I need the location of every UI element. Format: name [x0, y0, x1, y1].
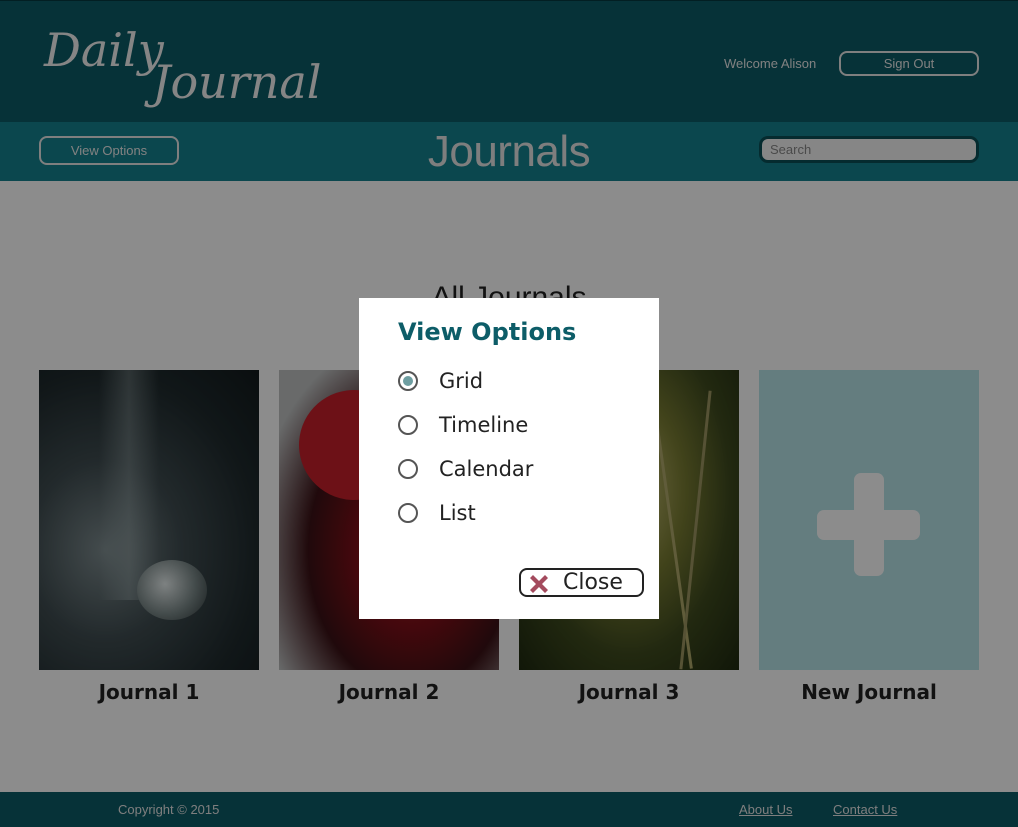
- option-label[interactable]: Timeline: [439, 411, 528, 439]
- close-label: Close: [563, 570, 623, 595]
- view-options-dialog: View Options Grid Timeline Calendar List…: [359, 298, 659, 619]
- radio-button[interactable]: [398, 415, 418, 435]
- option-label[interactable]: Calendar: [439, 455, 533, 483]
- close-button[interactable]: Close: [519, 568, 644, 597]
- dialog-title: View Options: [398, 318, 577, 346]
- option-label[interactable]: Grid: [439, 367, 483, 395]
- option-calendar[interactable]: Calendar: [398, 455, 638, 485]
- radio-button[interactable]: [398, 371, 418, 391]
- option-label[interactable]: List: [439, 499, 476, 527]
- option-grid[interactable]: Grid: [398, 367, 638, 397]
- radio-button[interactable]: [398, 459, 418, 479]
- option-timeline[interactable]: Timeline: [398, 411, 638, 441]
- close-icon: [530, 575, 548, 593]
- radio-button[interactable]: [398, 503, 418, 523]
- option-list[interactable]: List: [398, 499, 638, 529]
